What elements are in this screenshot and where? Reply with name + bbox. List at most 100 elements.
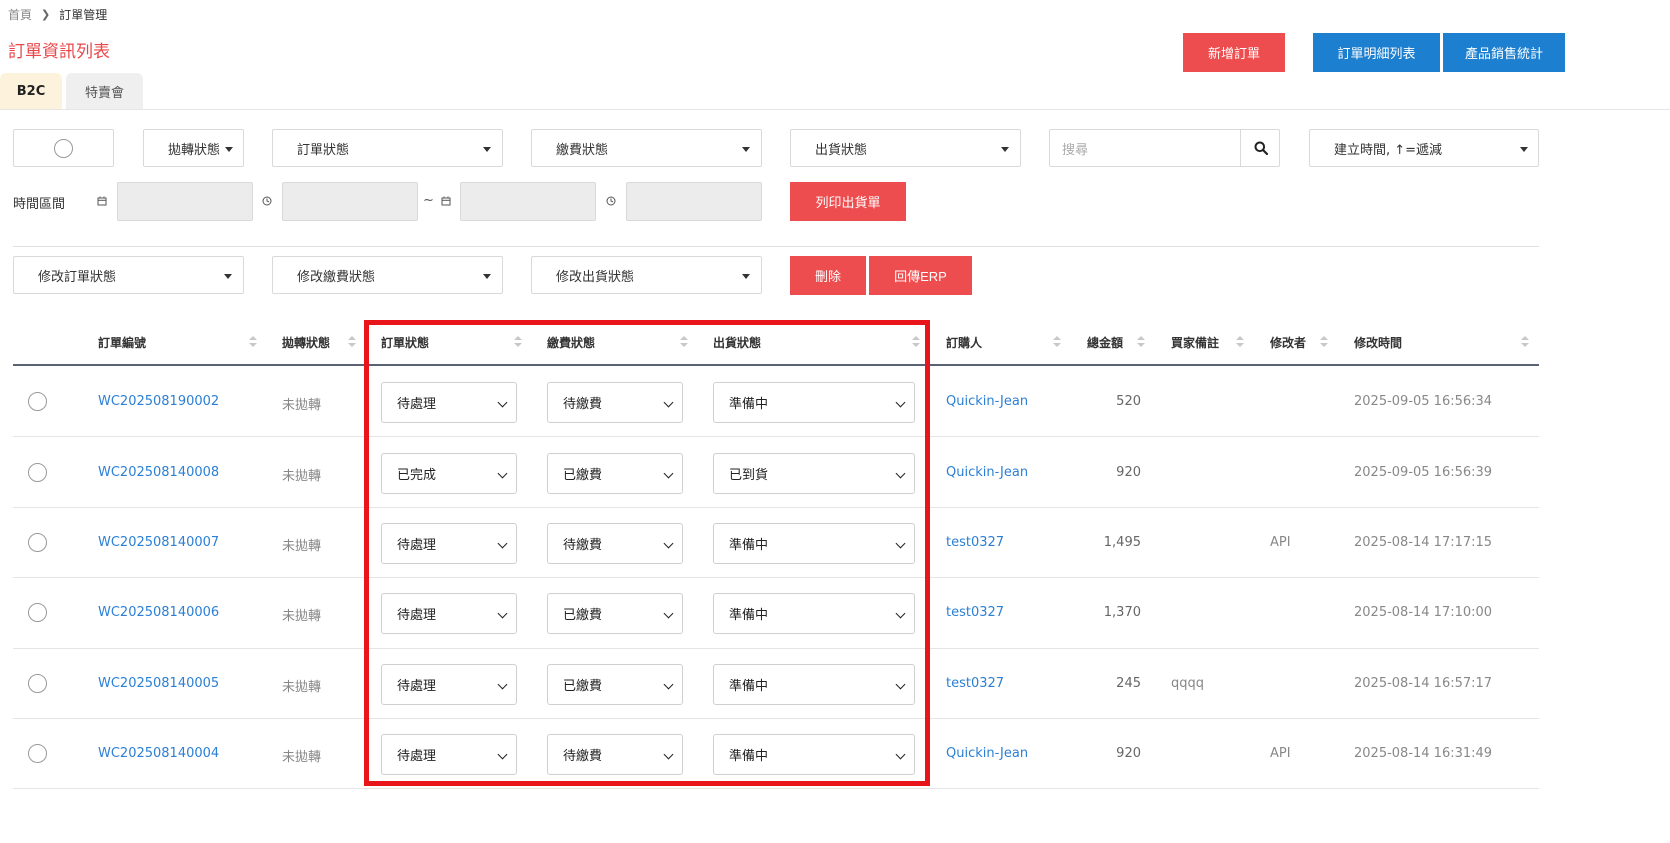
modify-order-status-select[interactable]: 修改訂單狀態 bbox=[13, 256, 244, 294]
modified-time: 2025-08-14 17:10:00 bbox=[1354, 605, 1493, 621]
header-modified-time[interactable]: 修改時間 bbox=[1354, 334, 1402, 351]
header-buyer-note[interactable]: 買家備註 bbox=[1171, 334, 1219, 351]
total-amount: 920 bbox=[1116, 746, 1141, 762]
product-sales-stats-button[interactable]: 產品銷售統計 bbox=[1443, 33, 1565, 72]
row-select-radio[interactable] bbox=[28, 744, 47, 764]
caret-down-icon bbox=[1520, 147, 1528, 152]
header-total[interactable]: 總金額 bbox=[1087, 334, 1123, 351]
start-time-input[interactable] bbox=[282, 182, 418, 221]
buyer-link[interactable]: Quickin-Jean bbox=[946, 394, 1028, 409]
total-amount: 920 bbox=[1116, 464, 1141, 480]
page-title: 訂單資訊列表 bbox=[8, 42, 110, 62]
transfer-status-text: 未拋轉 bbox=[282, 398, 322, 414]
row-select-radio[interactable] bbox=[28, 603, 47, 623]
row-select-radio[interactable] bbox=[28, 462, 47, 482]
buyer-link[interactable]: test0327 bbox=[946, 535, 1004, 550]
order-number-link[interactable]: WC202508140006 bbox=[98, 605, 219, 620]
transfer-status-text: 未拋轉 bbox=[282, 468, 322, 484]
section-divider bbox=[13, 246, 1539, 247]
sort-select[interactable]: 建立時間, ↑=遞減 bbox=[1309, 129, 1539, 167]
order-number-link[interactable]: WC202508140008 bbox=[98, 465, 219, 480]
sort-icon[interactable] bbox=[348, 336, 356, 348]
caret-down-icon bbox=[483, 147, 491, 152]
select-all-toggle[interactable] bbox=[13, 129, 114, 167]
order-status-filter-label: 訂單狀態 bbox=[297, 142, 350, 158]
end-date-input[interactable] bbox=[460, 182, 596, 221]
transfer-status-text: 未拋轉 bbox=[282, 539, 322, 554]
order-number-link[interactable]: WC202508140004 bbox=[98, 746, 219, 761]
sort-icon[interactable] bbox=[1137, 336, 1145, 348]
modify-order-status-label: 修改訂單狀態 bbox=[38, 269, 117, 285]
sort-icon[interactable] bbox=[1521, 336, 1529, 348]
clock-icon bbox=[262, 196, 272, 206]
tab-b2c[interactable]: B2C bbox=[0, 73, 62, 110]
search-box: 搜尋 bbox=[1049, 129, 1280, 167]
row-divider bbox=[13, 788, 1539, 790]
buyer-note: qqqq bbox=[1171, 675, 1205, 691]
header-modifier[interactable]: 修改者 bbox=[1270, 334, 1306, 351]
row-select-radio[interactable] bbox=[28, 673, 47, 693]
sort-icon[interactable] bbox=[1053, 336, 1061, 348]
print-shipping-button[interactable]: 列印出貨單 bbox=[790, 182, 906, 221]
tab-special-sale[interactable]: 特賣會 bbox=[66, 73, 143, 110]
row-select-radio[interactable] bbox=[28, 392, 47, 412]
search-button[interactable] bbox=[1240, 130, 1280, 166]
order-number-link[interactable]: WC202508140005 bbox=[98, 676, 219, 691]
modify-payment-status-select[interactable]: 修改繳費狀態 bbox=[272, 256, 503, 294]
caret-down-icon bbox=[224, 274, 232, 279]
range-separator: ~ bbox=[423, 193, 434, 208]
buyer-link[interactable]: test0327 bbox=[946, 605, 1004, 620]
clock-icon bbox=[606, 196, 616, 206]
sort-icon[interactable] bbox=[1320, 336, 1328, 348]
delete-button[interactable]: 刪除 bbox=[790, 256, 866, 295]
modified-time: 2025-08-14 16:31:49 bbox=[1354, 746, 1493, 762]
select-all-radio[interactable] bbox=[54, 138, 73, 158]
total-amount: 245 bbox=[1116, 675, 1141, 691]
total-amount: 520 bbox=[1116, 394, 1141, 410]
modified-time: 2025-08-14 16:57:17 bbox=[1354, 675, 1493, 691]
header-order-no[interactable]: 訂單編號 bbox=[98, 334, 146, 351]
modified-time: 2025-09-05 16:56:34 bbox=[1354, 394, 1493, 410]
transfer-status-text: 未拋轉 bbox=[282, 609, 322, 625]
shipping-status-filter-label: 出貨狀態 bbox=[815, 142, 868, 158]
search-icon bbox=[1254, 141, 1268, 155]
time-range-label: 時間區間 bbox=[13, 197, 66, 212]
buyer-link[interactable]: Quickin-Jean bbox=[946, 465, 1028, 480]
highlight-frame bbox=[364, 320, 930, 786]
end-time-input[interactable] bbox=[626, 182, 762, 221]
breadcrumb: 首頁 ❯ 訂單管理 bbox=[8, 6, 107, 23]
transfer-status-text: 未拋轉 bbox=[282, 679, 322, 695]
transfer-status-filter[interactable]: 拋轉狀態 bbox=[143, 129, 244, 167]
header-buyer[interactable]: 訂購人 bbox=[946, 334, 982, 351]
sort-icon[interactable] bbox=[1236, 336, 1244, 348]
order-number-link[interactable]: WC202508190002 bbox=[98, 394, 219, 409]
order-status-filter[interactable]: 訂單狀態 bbox=[272, 129, 503, 167]
transfer-status-filter-label: 拋轉狀態 bbox=[168, 142, 221, 158]
breadcrumb-current: 訂單管理 bbox=[59, 8, 108, 22]
order-detail-list-button[interactable]: 訂單明細列表 bbox=[1313, 33, 1440, 72]
sort-icon[interactable] bbox=[249, 336, 257, 348]
chevron-right-icon: ❯ bbox=[41, 8, 51, 21]
search-input[interactable]: 搜尋 bbox=[1062, 139, 1088, 158]
shipping-status-filter[interactable]: 出貨狀態 bbox=[790, 129, 1021, 167]
start-date-input[interactable] bbox=[117, 182, 253, 221]
header-transfer-status[interactable]: 拋轉狀態 bbox=[282, 334, 330, 351]
add-order-button[interactable]: 新增訂單 bbox=[1183, 33, 1285, 72]
modify-payment-status-label: 修改繳費狀態 bbox=[297, 269, 376, 285]
modify-shipping-status-select[interactable]: 修改出貨狀態 bbox=[531, 256, 762, 294]
modified-time: 2025-09-05 16:56:39 bbox=[1354, 464, 1493, 480]
calendar-icon bbox=[97, 196, 107, 206]
buyer-link[interactable]: Quickin-Jean bbox=[946, 746, 1028, 761]
caret-down-icon bbox=[483, 274, 491, 279]
breadcrumb-home[interactable]: 首頁 bbox=[8, 6, 32, 23]
buyer-link[interactable]: test0327 bbox=[946, 676, 1004, 691]
calendar-icon bbox=[441, 196, 451, 206]
order-number-link[interactable]: WC202508140007 bbox=[98, 535, 219, 550]
modified-time: 2025-08-14 17:17:15 bbox=[1354, 535, 1493, 550]
transfer-status-text: 未拋轉 bbox=[282, 750, 322, 766]
caret-down-icon bbox=[225, 147, 233, 152]
payment-status-filter[interactable]: 繳費狀態 bbox=[531, 129, 762, 167]
row-select-radio[interactable] bbox=[28, 533, 47, 552]
return-erp-button[interactable]: 回傳ERP bbox=[869, 256, 972, 295]
caret-down-icon bbox=[1001, 147, 1009, 152]
